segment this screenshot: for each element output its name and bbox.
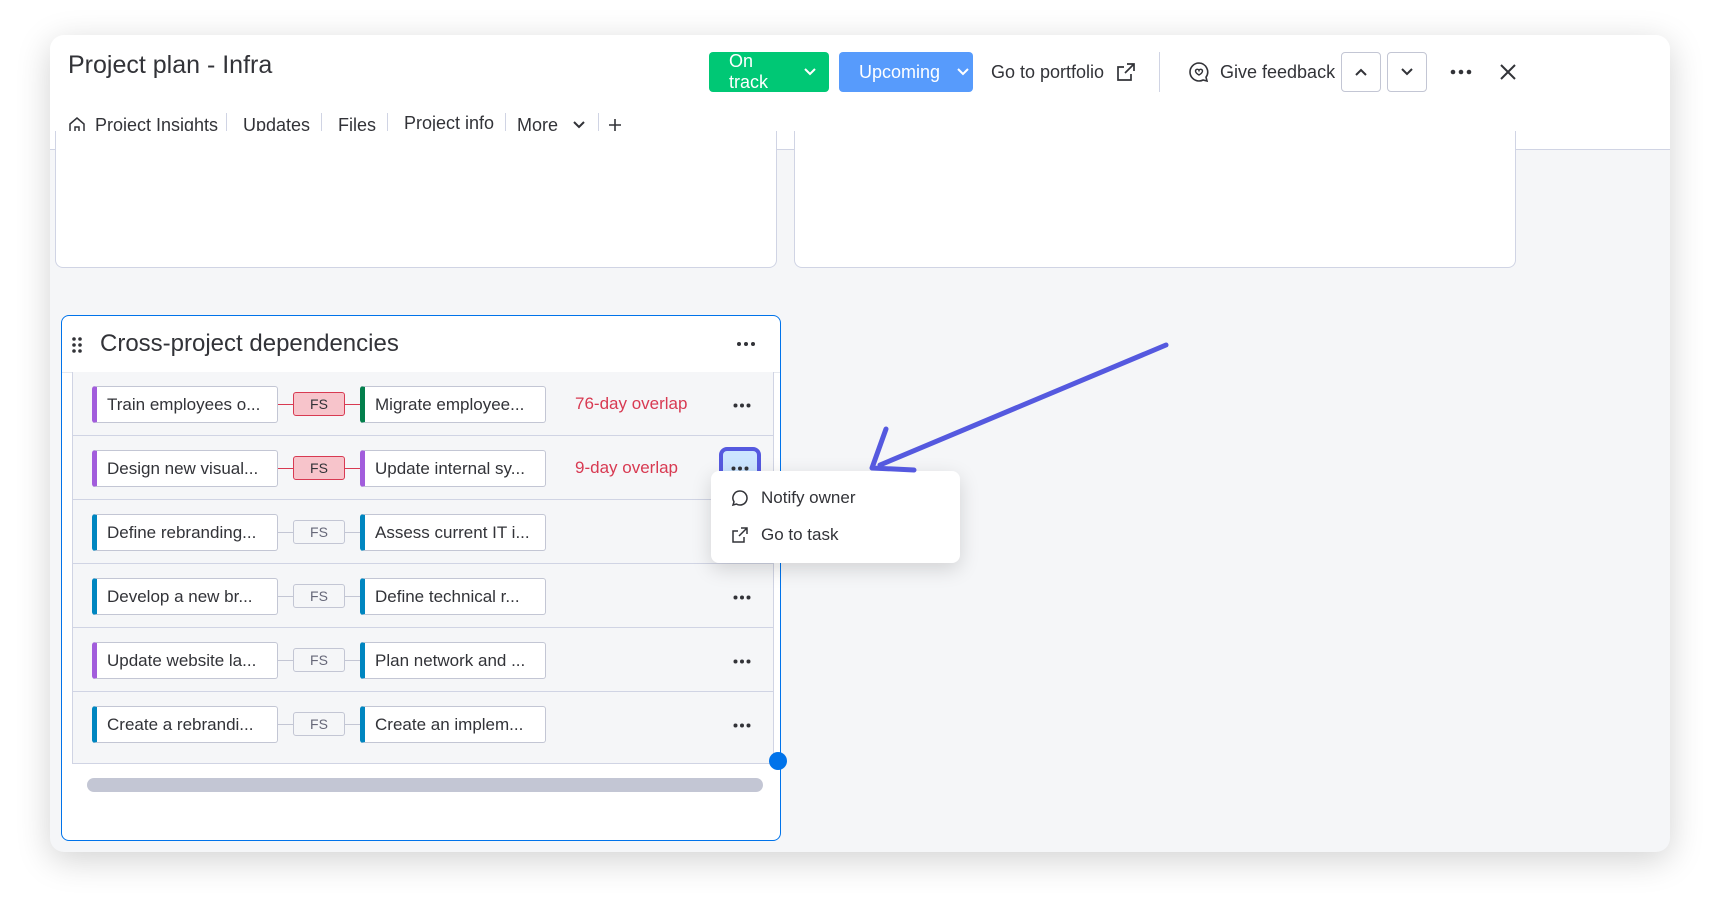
cross-project-dependencies-widget: Cross-project dependencies Train employe… [61,315,781,841]
predecessor-task[interactable]: Create a rebrandi... [92,706,278,743]
annotation-arrow-icon [869,342,1169,473]
dependency-type-badge: FS [293,712,345,736]
dependency-type-badge: FS [293,392,345,416]
divider [1159,52,1160,92]
feedback-label: Give feedback [1220,61,1336,82]
feedback-icon [1188,61,1210,83]
status-label: On track [729,51,769,92]
chevron-down-icon [572,120,586,130]
dependency-row: Create a rebrandi... FS Create an implem… [73,692,773,756]
phase-label: Upcoming [859,61,941,82]
dependency-type-badge: FS [293,520,345,544]
predecessor-task[interactable]: Design new visual... [92,450,278,487]
predecessor-task[interactable]: Develop a new br... [92,578,278,615]
successor-task[interactable]: Assess current IT i... [360,514,546,551]
successor-task[interactable]: Define technical r... [360,578,546,615]
more-options-icon[interactable] [1444,55,1478,89]
successor-task[interactable]: Create an implem... [360,706,546,743]
chevron-down-icon [1400,67,1414,77]
external-link-icon [731,526,761,544]
chevron-down-icon [956,67,970,77]
dependency-type-badge: FS [293,648,345,672]
dependency-row: Train employees o... FS Migrate employee… [73,372,773,436]
dependency-row: Design new visual... FS Update internal … [73,436,773,500]
menu-item-label: Go to task [761,525,839,544]
status-dropdown[interactable]: On track [709,51,829,92]
dependency-row: Update website la... FS Plan network and… [73,628,773,692]
chevron-up-icon [1354,67,1368,77]
row-menu-icon[interactable] [725,708,759,742]
go-to-portfolio-button[interactable]: Go to portfolio [991,52,1136,92]
widget-placeholder-left [55,131,777,268]
go-to-task-menu-item[interactable]: Go to task [731,521,838,549]
predecessor-task[interactable]: Define rebranding... [92,514,278,551]
successor-task[interactable]: Plan network and ... [360,642,546,679]
row-menu-icon[interactable] [725,580,759,614]
successor-task[interactable]: Update internal sy... [360,450,546,487]
horizontal-scrollbar[interactable] [87,778,763,792]
widget-header: Cross-project dependencies [62,316,780,373]
next-item-button[interactable] [1387,52,1427,92]
close-icon[interactable] [1491,55,1525,89]
drag-handle-icon[interactable] [71,336,83,354]
plus-icon [608,118,622,132]
dependency-type-badge: FS [293,456,345,480]
predecessor-task[interactable]: Update website la... [92,642,278,679]
widget-menu-icon[interactable] [730,328,762,360]
widget-title: Cross-project dependencies [100,330,399,357]
notify-owner-menu-item[interactable]: Notify owner [731,484,855,512]
portfolio-label: Go to portfolio [991,61,1105,82]
dependencies-list: Train employees o... FS Migrate employee… [72,372,774,764]
overlap-warning: 76-day overlap [575,394,688,413]
successor-task[interactable]: Migrate employee... [360,386,546,423]
widget-placeholder-right [794,131,1516,268]
page-title: Project plan - Infra [68,51,273,79]
predecessor-task[interactable]: Train employees o... [92,386,278,423]
menu-item-label: Notify owner [761,488,856,507]
dependency-row: Develop a new br... FS Define technical … [73,564,773,628]
phase-dropdown[interactable]: Upcoming [839,52,973,92]
chat-bubble-icon [731,489,761,507]
project-panel: Project plan - Infra On track Upcoming G… [50,35,1670,852]
resize-handle[interactable] [769,752,787,770]
row-menu-icon[interactable] [725,388,759,422]
row-menu-icon[interactable] [725,644,759,678]
external-link-icon [1116,62,1136,82]
dependency-row: Define rebranding... FS Assess current I… [73,500,773,564]
previous-item-button[interactable] [1341,52,1381,92]
overlap-warning: 9-day overlap [575,458,679,477]
chevron-down-icon [803,67,817,77]
give-feedback-button[interactable]: Give feedback [1188,52,1335,92]
dependency-type-badge: FS [293,584,345,608]
